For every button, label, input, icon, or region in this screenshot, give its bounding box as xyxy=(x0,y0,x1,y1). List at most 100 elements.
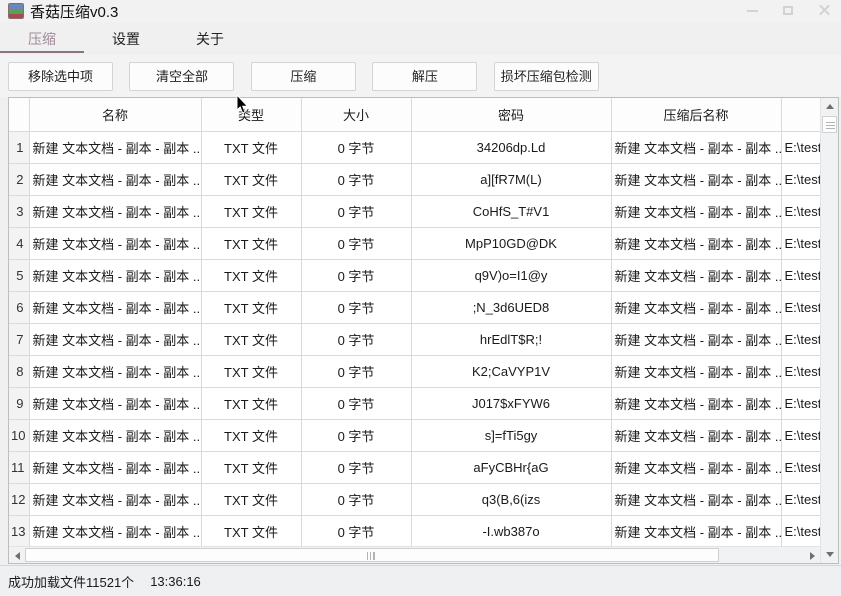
window-title: 香菇压缩v0.3 xyxy=(30,1,118,22)
cell-size: 0 字节 xyxy=(301,515,411,546)
table-row[interactable]: 4 新建 文本文档 - 副本 - 副本 ... TXT 文件 0 字节 MpP1… xyxy=(9,227,820,259)
arrow-down-icon xyxy=(826,552,834,557)
cell-size: 0 字节 xyxy=(301,419,411,451)
table-row[interactable]: 13 新建 文本文档 - 副本 - 副本 ... TXT 文件 0 字节 -I.… xyxy=(9,515,820,546)
corrupt-archive-check-button[interactable]: 损坏压缩包检测 xyxy=(494,62,599,91)
table-row[interactable]: 1 新建 文本文档 - 副本 - 副本 ... TXT 文件 0 字节 3420… xyxy=(9,131,820,163)
table-row[interactable]: 9 新建 文本文档 - 副本 - 副本 ... TXT 文件 0 字节 J017… xyxy=(9,387,820,419)
cell-type: TXT 文件 xyxy=(201,323,301,355)
cell-password: hrEdlT$R;! xyxy=(411,323,611,355)
header-name[interactable]: 名称 xyxy=(29,98,201,131)
cell-name: 新建 文本文档 - 副本 - 副本 ... xyxy=(29,131,201,163)
cell-output-name: 新建 文本文档 - 副本 - 副本 ... xyxy=(611,227,781,259)
arrow-up-icon xyxy=(826,104,834,109)
cell-path: E:\test xyxy=(781,387,820,419)
cell-type: TXT 文件 xyxy=(201,291,301,323)
horizontal-scrollbar[interactable] xyxy=(9,546,820,563)
compress-button[interactable]: 压缩 xyxy=(251,62,356,91)
scroll-down-button[interactable] xyxy=(821,546,839,563)
cell-path: E:\test xyxy=(781,131,820,163)
horizontal-scrollbar-thumb[interactable] xyxy=(25,548,719,562)
scroll-left-button[interactable] xyxy=(9,547,25,564)
cell-name: 新建 文本文档 - 副本 - 副本 ... xyxy=(29,195,201,227)
scroll-up-button[interactable] xyxy=(821,98,839,115)
row-number: 4 xyxy=(9,227,29,259)
cell-password: q9V)o=I1@y xyxy=(411,259,611,291)
table-row[interactable]: 12 新建 文本文档 - 副本 - 副本 ... TXT 文件 0 字节 q3(… xyxy=(9,483,820,515)
scroll-right-button[interactable] xyxy=(804,547,820,564)
cell-password: J017$xFYW6 xyxy=(411,387,611,419)
cell-name: 新建 文本文档 - 副本 - 副本 ... xyxy=(29,163,201,195)
clear-all-button[interactable]: 清空全部 xyxy=(129,62,234,91)
cell-output-name: 新建 文本文档 - 副本 - 副本 ... xyxy=(611,387,781,419)
row-number: 8 xyxy=(9,355,29,387)
cell-name: 新建 文本文档 - 副本 - 副本 ... xyxy=(29,355,201,387)
tab-settings[interactable]: 设置 xyxy=(84,22,168,55)
cell-type: TXT 文件 xyxy=(201,387,301,419)
cell-path: E:\test xyxy=(781,419,820,451)
cell-output-name: 新建 文本文档 - 副本 - 副本 ... xyxy=(611,195,781,227)
row-number: 9 xyxy=(9,387,29,419)
thumb-grip-icon xyxy=(367,552,375,560)
cell-path: E:\test xyxy=(781,163,820,195)
cell-output-name: 新建 文本文档 - 副本 - 副本 ... xyxy=(611,259,781,291)
table-row[interactable]: 2 新建 文本文档 - 副本 - 副本 ... TXT 文件 0 字节 a][f… xyxy=(9,163,820,195)
arrow-right-icon xyxy=(810,552,815,560)
table-row[interactable]: 10 新建 文本文档 - 副本 - 副本 ... TXT 文件 0 字节 s]=… xyxy=(9,419,820,451)
vertical-scrollbar-thumb[interactable] xyxy=(822,116,837,133)
maximize-button[interactable] xyxy=(777,2,799,19)
cell-name: 新建 文本文档 - 副本 - 副本 ... xyxy=(29,451,201,483)
cell-path: E:\test xyxy=(781,195,820,227)
table-row[interactable]: 7 新建 文本文档 - 副本 - 副本 ... TXT 文件 0 字节 hrEd… xyxy=(9,323,820,355)
cell-password: CoHfS_T#V1 xyxy=(411,195,611,227)
tab-about[interactable]: 关于 xyxy=(168,22,252,55)
cell-path: E:\test xyxy=(781,227,820,259)
vertical-scrollbar[interactable] xyxy=(820,98,838,563)
header-size[interactable]: 大小 xyxy=(301,98,411,131)
table-row[interactable]: 6 新建 文本文档 - 副本 - 副本 ... TXT 文件 0 字节 ;N_3… xyxy=(9,291,820,323)
cell-password: K2;CaVYP1V xyxy=(411,355,611,387)
cell-size: 0 字节 xyxy=(301,163,411,195)
row-number: 5 xyxy=(9,259,29,291)
minimize-icon xyxy=(747,10,758,12)
row-number: 6 xyxy=(9,291,29,323)
cell-size: 0 字节 xyxy=(301,451,411,483)
cell-type: TXT 文件 xyxy=(201,419,301,451)
table-row[interactable]: 11 新建 文本文档 - 副本 - 副本 ... TXT 文件 0 字节 aFy… xyxy=(9,451,820,483)
cell-type: TXT 文件 xyxy=(201,259,301,291)
cell-size: 0 字节 xyxy=(301,483,411,515)
row-number: 13 xyxy=(9,515,29,546)
cell-output-name: 新建 文本文档 - 副本 - 副本 ... xyxy=(611,451,781,483)
status-loaded-text: 成功加载文件11521个 xyxy=(8,572,134,591)
cell-type: TXT 文件 xyxy=(201,131,301,163)
cell-type: TXT 文件 xyxy=(201,515,301,546)
table-row[interactable]: 3 新建 文本文档 - 副本 - 副本 ... TXT 文件 0 字节 CoHf… xyxy=(9,195,820,227)
cell-output-name: 新建 文本文档 - 副本 - 副本 ... xyxy=(611,163,781,195)
cell-name: 新建 文本文档 - 副本 - 副本 ... xyxy=(29,227,201,259)
header-output-name[interactable]: 压缩后名称 xyxy=(611,98,781,131)
app-window: { "window": { "title": "香菇压缩v0.3" }, "ta… xyxy=(0,0,841,596)
table-row[interactable]: 5 新建 文本文档 - 副本 - 副本 ... TXT 文件 0 字节 q9V)… xyxy=(9,259,820,291)
table-row[interactable]: 8 新建 文本文档 - 副本 - 副本 ... TXT 文件 0 字节 K2;C… xyxy=(9,355,820,387)
cell-name: 新建 文本文档 - 副本 - 副本 ... xyxy=(29,483,201,515)
cell-path: E:\test xyxy=(781,483,820,515)
header-password[interactable]: 密码 xyxy=(411,98,611,131)
tab-bar: 压缩 设置 关于 xyxy=(0,22,841,55)
decompress-button[interactable]: 解压 xyxy=(372,62,477,91)
cell-size: 0 字节 xyxy=(301,227,411,259)
header-path[interactable] xyxy=(781,98,820,131)
close-button[interactable] xyxy=(813,2,835,19)
app-icon xyxy=(8,3,24,19)
cell-name: 新建 文本文档 - 副本 - 副本 ... xyxy=(29,291,201,323)
cell-size: 0 字节 xyxy=(301,291,411,323)
cell-output-name: 新建 文本文档 - 副本 - 副本 ... xyxy=(611,291,781,323)
cell-name: 新建 文本文档 - 副本 - 副本 ... xyxy=(29,515,201,546)
table-body: 1 新建 文本文档 - 副本 - 副本 ... TXT 文件 0 字节 3420… xyxy=(9,131,820,546)
window-controls xyxy=(741,2,835,19)
header-type[interactable]: 类型 xyxy=(201,98,301,131)
remove-selected-button[interactable]: 移除选中项 xyxy=(8,62,113,91)
tab-compress[interactable]: 压缩 xyxy=(0,22,84,55)
minimize-button[interactable] xyxy=(741,2,763,19)
row-number: 10 xyxy=(9,419,29,451)
arrow-left-icon xyxy=(15,552,20,560)
